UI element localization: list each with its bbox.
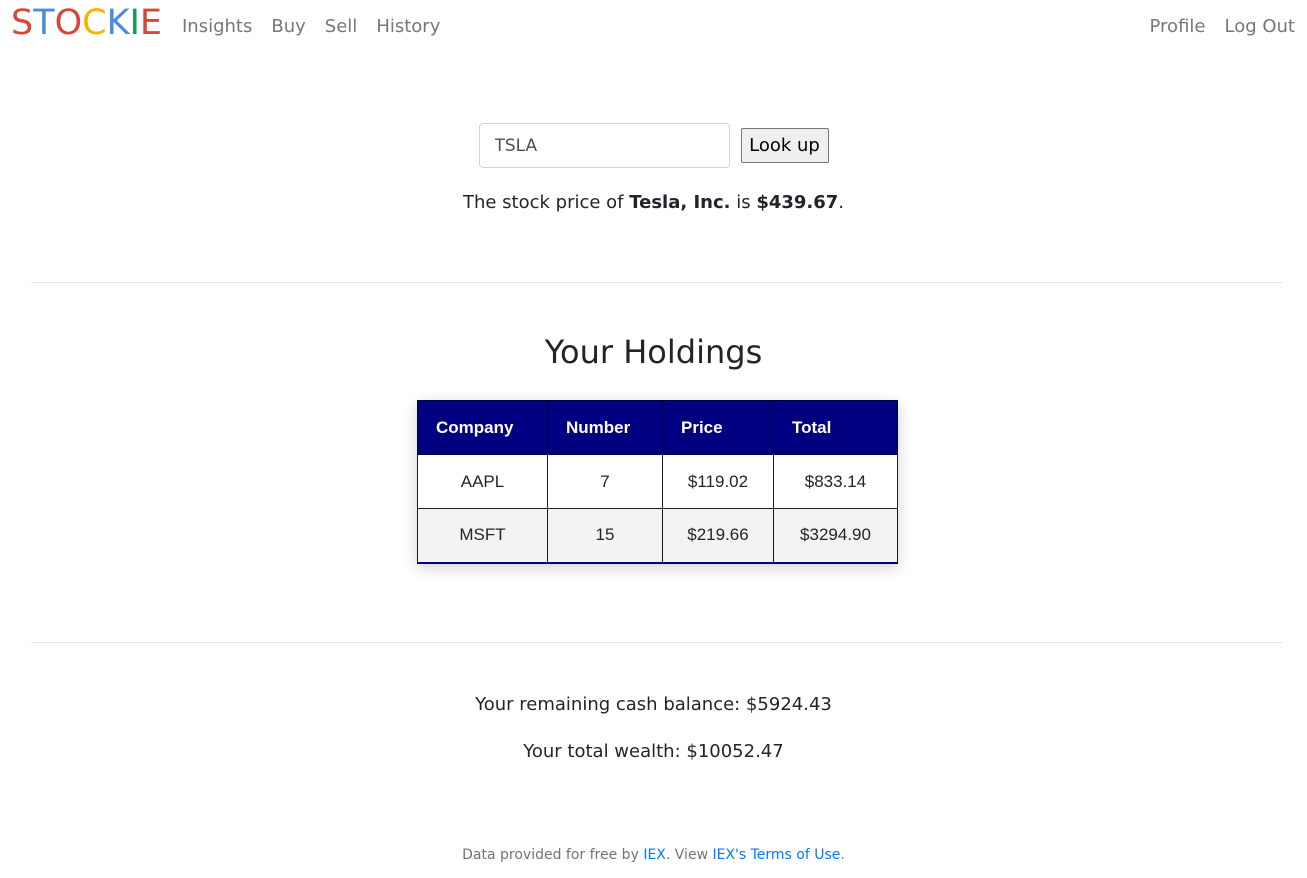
quote-suffix: . bbox=[838, 192, 845, 213]
lookup-button[interactable]: Look up bbox=[740, 128, 829, 163]
quote-company: Tesla, Inc. bbox=[629, 192, 731, 213]
nav-right: Profile Log Out bbox=[1150, 16, 1295, 38]
cell-company: MSFT bbox=[417, 508, 548, 563]
footer: Data provided for free by IEX. View IEX'… bbox=[0, 846, 1307, 864]
iex-terms-link[interactable]: IEX's Terms of Use bbox=[712, 847, 840, 863]
brand-letter: C bbox=[82, 3, 107, 43]
footer-text: . View bbox=[665, 847, 713, 863]
table-row: MSFT 15 $219.66 $3294.90 bbox=[417, 508, 898, 563]
navbar: STOCKIE Insights Buy Sell History Profil… bbox=[0, 0, 1307, 56]
lookup-form: Look up bbox=[0, 123, 1307, 168]
brand-letter: O bbox=[54, 3, 83, 43]
total-wealth: Your total wealth: $10052.47 bbox=[523, 741, 784, 762]
column-header-number: Number bbox=[547, 400, 663, 455]
nav-link-profile[interactable]: Profile bbox=[1150, 16, 1206, 38]
footer-text: . bbox=[840, 847, 845, 863]
brand-letter: T bbox=[33, 3, 55, 43]
column-header-total: Total bbox=[773, 400, 898, 455]
nav-link-history[interactable]: History bbox=[376, 16, 440, 38]
quote-result: The stock price of Tesla, Inc. is $439.6… bbox=[0, 192, 1307, 214]
cell-total: $833.14 bbox=[773, 454, 898, 509]
footer-text: Data provided for free by bbox=[462, 847, 644, 863]
brand-letter: S bbox=[11, 3, 34, 43]
cell-company: AAPL bbox=[417, 454, 548, 509]
brand-letter: I bbox=[129, 3, 140, 43]
brand-logo[interactable]: STOCKIE bbox=[11, 3, 162, 43]
cell-number: 15 bbox=[547, 508, 663, 563]
column-header-price: Price bbox=[662, 400, 774, 455]
nav-link-buy[interactable]: Buy bbox=[271, 16, 305, 38]
iex-link[interactable]: IEX bbox=[643, 847, 666, 863]
symbol-input[interactable] bbox=[478, 123, 730, 168]
divider bbox=[31, 642, 1283, 643]
quote-middle: is bbox=[730, 192, 757, 213]
brand-letter: K bbox=[106, 3, 130, 43]
quote-price: $439.67 bbox=[756, 192, 839, 213]
nav-link-logout[interactable]: Log Out bbox=[1224, 16, 1295, 38]
nav-link-insights[interactable]: Insights bbox=[182, 16, 252, 38]
holdings-table: Company Number Price Total AAPL 7 $119.0… bbox=[417, 400, 898, 564]
cash-balance: Your remaining cash balance: $5924.43 bbox=[475, 694, 832, 715]
divider bbox=[31, 282, 1283, 283]
table-row: AAPL 7 $119.02 $833.14 bbox=[417, 454, 898, 509]
column-header-company: Company bbox=[417, 400, 548, 455]
holdings-title: Your Holdings bbox=[544, 333, 763, 371]
cell-price: $219.66 bbox=[662, 508, 774, 563]
quote-prefix: The stock price of bbox=[462, 192, 630, 213]
nav-left: Insights Buy Sell History bbox=[182, 16, 459, 38]
cell-price: $119.02 bbox=[662, 454, 774, 509]
brand-letter: E bbox=[139, 3, 163, 43]
cell-total: $3294.90 bbox=[773, 508, 898, 563]
nav-link-sell[interactable]: Sell bbox=[325, 16, 358, 38]
cell-number: 7 bbox=[547, 454, 663, 509]
table-header-row: Company Number Price Total bbox=[417, 400, 898, 455]
